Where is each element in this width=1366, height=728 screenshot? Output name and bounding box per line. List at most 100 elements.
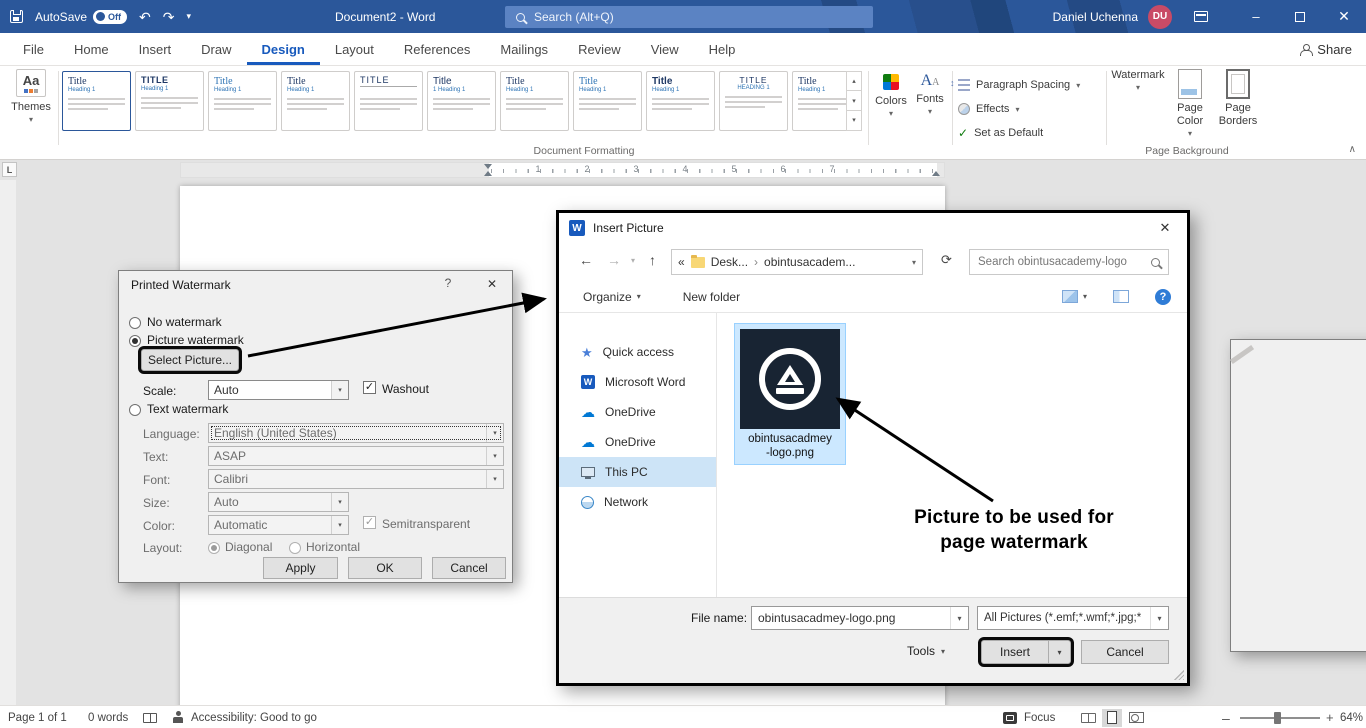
cancel-button[interactable]: Cancel bbox=[1081, 640, 1169, 664]
page-indicator[interactable]: Page 1 of 1 bbox=[8, 706, 67, 728]
tab-layout[interactable]: Layout bbox=[320, 33, 389, 65]
themes-button[interactable]: Aa Themes ▾ bbox=[6, 69, 56, 124]
file-type-select[interactable]: All Pictures (*.emf;*.wmf;*.jpg;* ▾ bbox=[977, 606, 1169, 630]
fonts-button[interactable]: AA Fonts ▾ bbox=[912, 69, 948, 116]
back-icon[interactable]: ← bbox=[579, 253, 593, 267]
first-line-indent-marker[interactable] bbox=[484, 164, 492, 169]
washout-checkbox[interactable]: ✓ bbox=[363, 381, 376, 394]
scale-select[interactable]: Auto ▾ bbox=[208, 380, 349, 400]
file-item[interactable]: obintusacadmey -logo.png bbox=[734, 323, 846, 465]
no-watermark-label[interactable]: No watermark bbox=[147, 315, 222, 329]
style-set-thumbnail[interactable]: TITLE HEADING 1 bbox=[719, 71, 788, 131]
sidebar-item-onedrive-1[interactable]: ☁ OneDrive bbox=[559, 397, 716, 427]
focus-icon[interactable] bbox=[1003, 706, 1017, 728]
close-icon[interactable]: ✕ bbox=[1153, 218, 1177, 238]
organize-button[interactable]: Organize ▾ bbox=[583, 290, 641, 304]
style-set-thumbnail[interactable]: Title Heading 1 bbox=[281, 71, 350, 131]
style-set-thumbnail[interactable]: Title Heading 1 bbox=[500, 71, 569, 131]
proofing-icon[interactable] bbox=[143, 706, 157, 728]
sidebar-item-microsoft-word[interactable]: W Microsoft Word bbox=[559, 367, 716, 397]
tab-file[interactable]: File bbox=[8, 33, 59, 65]
undo-icon[interactable]: ↶ bbox=[139, 10, 151, 24]
share-button[interactable]: Share bbox=[1300, 33, 1352, 66]
sidebar-item-this-pc[interactable]: This PC bbox=[559, 457, 716, 487]
tab-insert[interactable]: Insert bbox=[124, 33, 187, 65]
explorer-search-box[interactable]: Search obintusacademy-logo bbox=[969, 249, 1169, 275]
collapse-ribbon-icon[interactable]: ∧ bbox=[1349, 144, 1356, 155]
effects-button[interactable]: Effects ▾ bbox=[958, 98, 1019, 120]
gallery-scroll-down-button[interactable]: ▾ bbox=[846, 91, 862, 111]
ribbon-display-options-icon[interactable] bbox=[1194, 11, 1208, 22]
resize-grip[interactable] bbox=[1174, 670, 1184, 680]
colors-button[interactable]: Colors ▾ bbox=[872, 69, 910, 118]
new-folder-button[interactable]: New folder bbox=[683, 290, 740, 304]
diagonal-radio[interactable] bbox=[208, 542, 220, 554]
zoom-in-icon[interactable]: + bbox=[1326, 706, 1334, 728]
user-name[interactable]: Daniel Uchenna bbox=[1053, 10, 1138, 24]
change-view-button[interactable]: ▾ bbox=[1062, 290, 1087, 303]
avatar[interactable]: DU bbox=[1148, 5, 1172, 29]
right-indent-marker[interactable] bbox=[932, 171, 940, 176]
print-layout-icon[interactable] bbox=[1102, 706, 1122, 728]
accessibility-icon[interactable] bbox=[172, 706, 184, 728]
paragraph-spacing-button[interactable]: Paragraph Spacing ▾ bbox=[958, 74, 1080, 96]
close-button[interactable]: ✕ bbox=[1322, 0, 1366, 33]
set-as-default-button[interactable]: ✓ Set as Default bbox=[958, 122, 1043, 144]
zoom-slider[interactable] bbox=[1240, 706, 1320, 728]
hanging-indent-marker[interactable] bbox=[484, 171, 492, 176]
no-watermark-radio[interactable] bbox=[129, 317, 141, 329]
apply-button[interactable]: Apply bbox=[263, 557, 338, 579]
search-box[interactable]: Search (Alt+Q) bbox=[505, 6, 873, 28]
refresh-icon[interactable]: ⟳ bbox=[941, 253, 952, 266]
semitransparent-checkbox[interactable]: ✓ bbox=[363, 516, 376, 529]
help-button[interactable]: ? bbox=[1155, 289, 1171, 305]
maximize-button[interactable] bbox=[1278, 0, 1322, 33]
picture-watermark-label[interactable]: Picture watermark bbox=[147, 333, 244, 347]
font-select[interactable]: Calibri ▾ bbox=[208, 469, 504, 489]
size-select[interactable]: Auto ▾ bbox=[208, 492, 349, 512]
save-icon[interactable] bbox=[10, 10, 23, 23]
tab-review[interactable]: Review bbox=[563, 33, 636, 65]
insert-dropdown-icon[interactable]: ▾ bbox=[1048, 641, 1070, 663]
word-count[interactable]: 0 words bbox=[88, 706, 128, 728]
zoom-level[interactable]: 64% bbox=[1340, 706, 1363, 728]
file-name-input[interactable]: obintusacadmey-logo.png ▾ bbox=[751, 606, 969, 630]
zoom-slider-thumb[interactable] bbox=[1274, 712, 1281, 724]
style-set-thumbnail[interactable]: Title Heading 1 bbox=[646, 71, 715, 131]
focus-button[interactable]: Focus bbox=[1024, 706, 1055, 728]
forward-icon[interactable]: → bbox=[607, 253, 621, 267]
style-set-thumbnail[interactable]: Title Heading 1 bbox=[208, 71, 277, 131]
address-collapsed[interactable]: « bbox=[678, 255, 685, 269]
read-mode-icon[interactable] bbox=[1078, 706, 1098, 728]
customize-quick-access-icon[interactable]: ▾ bbox=[187, 12, 192, 21]
language-select[interactable]: English (United States) ▾ bbox=[208, 423, 504, 443]
web-layout-icon[interactable] bbox=[1126, 706, 1146, 728]
page-color-button[interactable]: Page Color ▾ bbox=[1168, 69, 1212, 138]
recent-locations-icon[interactable]: ▾ bbox=[631, 257, 635, 265]
style-set-thumbnail[interactable]: TITLE Heading 1 bbox=[135, 71, 204, 131]
tab-stop-selector[interactable]: L bbox=[2, 162, 17, 177]
redo-icon[interactable]: ↷ bbox=[163, 10, 175, 24]
minimize-button[interactable]: – bbox=[1234, 0, 1278, 33]
gallery-scroll-up-button[interactable]: ▴ bbox=[846, 71, 862, 91]
tools-button[interactable]: Tools ▾ bbox=[907, 644, 945, 658]
select-picture-button[interactable]: Select Picture... bbox=[141, 349, 239, 371]
horizontal-radio[interactable] bbox=[289, 542, 301, 554]
cancel-button[interactable]: Cancel bbox=[432, 557, 506, 579]
tab-design[interactable]: Design bbox=[247, 33, 320, 65]
address-bar[interactable]: « Desk... › obintusacadem... ▾ bbox=[671, 249, 923, 275]
close-icon[interactable]: ✕ bbox=[478, 274, 506, 294]
tab-draw[interactable]: Draw bbox=[186, 33, 246, 65]
preview-pane-button[interactable] bbox=[1113, 290, 1129, 303]
diagonal-label[interactable]: Diagonal bbox=[225, 540, 272, 554]
tab-home[interactable]: Home bbox=[59, 33, 124, 65]
horizontal-label[interactable]: Horizontal bbox=[306, 540, 360, 554]
style-set-thumbnail[interactable]: TITLE bbox=[354, 71, 423, 131]
tab-references[interactable]: References bbox=[389, 33, 485, 65]
tab-help[interactable]: Help bbox=[694, 33, 751, 65]
up-icon[interactable]: ↑ bbox=[649, 253, 656, 267]
sidebar-item-onedrive-2[interactable]: ☁ OneDrive bbox=[559, 427, 716, 457]
sidebar-item-quick-access[interactable]: ★ Quick access bbox=[559, 337, 716, 367]
address-crumb[interactable]: Desk... bbox=[711, 255, 748, 269]
sidebar-item-network[interactable]: Network bbox=[559, 487, 716, 517]
